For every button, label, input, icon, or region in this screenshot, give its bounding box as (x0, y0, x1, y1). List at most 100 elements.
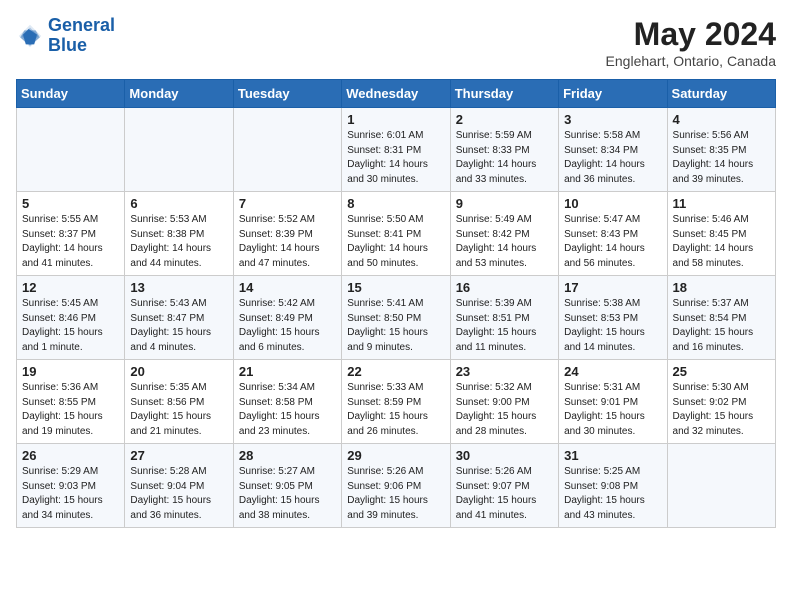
day-number: 29 (347, 448, 444, 463)
day-number: 15 (347, 280, 444, 295)
day-number: 21 (239, 364, 336, 379)
day-info: Sunrise: 5:41 AM Sunset: 8:50 PM Dayligh… (347, 297, 444, 355)
day-info: Sunrise: 5:37 AM Sunset: 8:54 PM Dayligh… (673, 297, 770, 355)
day-number: 10 (564, 196, 661, 211)
calendar-day-cell (125, 108, 233, 192)
day-number: 20 (130, 364, 227, 379)
day-info: Sunrise: 5:58 AM Sunset: 8:34 PM Dayligh… (564, 129, 661, 187)
calendar-day-cell: 11Sunrise: 5:46 AM Sunset: 8:45 PM Dayli… (667, 192, 775, 276)
calendar-day-cell: 15 Sunrise: 5:41 AM Sunset: 8:50 PM Dayli… (342, 276, 450, 360)
calendar-week-row: 26 Sunrise: 5:29 AM Sunset: 9:03 PM Dayli… (17, 444, 776, 528)
calendar-day-cell: 13 Sunrise: 5:43 AM Sunset: 8:47 PM Dayli… (125, 276, 233, 360)
day-number: 26 (22, 448, 119, 463)
day-info: Sunrise: 5:55 AM Sunset: 8:37 PM Dayligh… (22, 213, 119, 271)
day-of-week-header: Tuesday (233, 80, 341, 108)
day-info: Sunrise: 5:30 AM Sunset: 9:02 PM Dayligh… (673, 381, 770, 439)
day-number: 28 (239, 448, 336, 463)
calendar-day-cell: 27Sunrise: 5:28 AM Sunset: 9:04 PM Dayli… (125, 444, 233, 528)
day-number: 25 (673, 364, 770, 379)
calendar-week-row: 5 Sunrise: 5:55 AM Sunset: 8:37 PM Daylig… (17, 192, 776, 276)
calendar-day-cell (233, 108, 341, 192)
day-info: Sunrise: 6:01 AM Sunset: 8:31 PM Dayligh… (347, 129, 444, 187)
calendar-day-cell: 18 Sunrise: 5:37 AM Sunset: 8:54 PM Dayli… (667, 276, 775, 360)
day-info: Sunrise: 5:31 AM Sunset: 9:01 PM Dayligh… (564, 381, 661, 439)
calendar-day-cell: 29 Sunrise: 5:26 AM Sunset: 9:06 PM Dayli… (342, 444, 450, 528)
day-info: Sunrise: 5:43 AM Sunset: 8:47 PM Dayligh… (130, 297, 227, 355)
day-info: Sunrise: 5:39 AM Sunset: 8:51 PM Dayligh… (456, 297, 553, 355)
day-number: 30 (456, 448, 553, 463)
month-year-title: May 2024 (606, 16, 776, 53)
location-label: Englehart, Ontario, Canada (606, 53, 776, 69)
day-info: Sunrise: 5:56 AM Sunset: 8:35 PM Dayligh… (673, 129, 770, 187)
day-of-week-header: Wednesday (342, 80, 450, 108)
day-info: Sunrise: 5:35 AM Sunset: 8:56 PM Dayligh… (130, 381, 227, 439)
calendar-day-cell: 22 Sunrise: 5:33 AM Sunset: 8:59 PM Dayli… (342, 360, 450, 444)
day-info: Sunrise: 5:50 AM Sunset: 8:41 PM Dayligh… (347, 213, 444, 271)
calendar-day-cell: 16 Sunrise: 5:39 AM Sunset: 8:51 PM Dayli… (450, 276, 558, 360)
day-number: 19 (22, 364, 119, 379)
day-number: 9 (456, 196, 553, 211)
day-number: 13 (130, 280, 227, 295)
day-info: Sunrise: 5:46 AM Sunset: 8:45 PM Dayligh… (673, 213, 770, 271)
calendar-day-cell: 5 Sunrise: 5:55 AM Sunset: 8:37 PM Daylig… (17, 192, 125, 276)
days-of-week-row: SundayMondayTuesdayWednesdayThursdayFrid… (17, 80, 776, 108)
day-info: Sunrise: 5:52 AM Sunset: 8:39 PM Dayligh… (239, 213, 336, 271)
logo-line2: Blue (48, 35, 87, 55)
calendar-week-row: 12 Sunrise: 5:45 AM Sunset: 8:46 PM Dayli… (17, 276, 776, 360)
page-header: General Blue May 2024 Englehart, Ontario… (16, 16, 776, 69)
calendar-day-cell: 9 Sunrise: 5:49 AM Sunset: 8:42 PM Daylig… (450, 192, 558, 276)
calendar-day-cell: 4 Sunrise: 5:56 AM Sunset: 8:35 PM Daylig… (667, 108, 775, 192)
day-number: 5 (22, 196, 119, 211)
day-info: Sunrise: 5:26 AM Sunset: 9:06 PM Dayligh… (347, 465, 444, 523)
calendar-day-cell: 19Sunrise: 5:36 AM Sunset: 8:55 PM Dayli… (17, 360, 125, 444)
calendar-day-cell: 28 Sunrise: 5:27 AM Sunset: 9:05 PM Dayli… (233, 444, 341, 528)
logo: General Blue (16, 16, 115, 56)
day-number: 2 (456, 112, 553, 127)
day-number: 22 (347, 364, 444, 379)
day-number: 16 (456, 280, 553, 295)
title-block: May 2024 Englehart, Ontario, Canada (606, 16, 776, 69)
day-number: 3 (564, 112, 661, 127)
calendar-day-cell: 21 Sunrise: 5:34 AM Sunset: 8:58 PM Dayli… (233, 360, 341, 444)
day-info: Sunrise: 5:38 AM Sunset: 8:53 PM Dayligh… (564, 297, 661, 355)
day-of-week-header: Friday (559, 80, 667, 108)
calendar-day-cell: 7Sunrise: 5:52 AM Sunset: 8:39 PM Daylig… (233, 192, 341, 276)
calendar-table: SundayMondayTuesdayWednesdayThursdayFrid… (16, 79, 776, 528)
day-info: Sunrise: 5:49 AM Sunset: 8:42 PM Dayligh… (456, 213, 553, 271)
day-number: 18 (673, 280, 770, 295)
day-info: Sunrise: 5:25 AM Sunset: 9:08 PM Dayligh… (564, 465, 661, 523)
day-number: 8 (347, 196, 444, 211)
day-info: Sunrise: 5:45 AM Sunset: 8:46 PM Dayligh… (22, 297, 119, 355)
calendar-week-row: 19Sunrise: 5:36 AM Sunset: 8:55 PM Dayli… (17, 360, 776, 444)
day-number: 14 (239, 280, 336, 295)
day-info: Sunrise: 5:32 AM Sunset: 9:00 PM Dayligh… (456, 381, 553, 439)
day-number: 27 (130, 448, 227, 463)
calendar-day-cell: 2Sunrise: 5:59 AM Sunset: 8:33 PM Daylig… (450, 108, 558, 192)
calendar-day-cell: 14 Sunrise: 5:42 AM Sunset: 8:49 PM Dayli… (233, 276, 341, 360)
day-number: 6 (130, 196, 227, 211)
day-of-week-header: Saturday (667, 80, 775, 108)
day-number: 12 (22, 280, 119, 295)
calendar-day-cell: 1Sunrise: 6:01 AM Sunset: 8:31 PM Daylig… (342, 108, 450, 192)
calendar-day-cell: 17Sunrise: 5:38 AM Sunset: 8:53 PM Dayli… (559, 276, 667, 360)
calendar-day-cell: 20 Sunrise: 5:35 AM Sunset: 8:56 PM Dayli… (125, 360, 233, 444)
day-info: Sunrise: 5:33 AM Sunset: 8:59 PM Dayligh… (347, 381, 444, 439)
calendar-day-cell: 24Sunrise: 5:31 AM Sunset: 9:01 PM Dayli… (559, 360, 667, 444)
calendar-day-cell: 30Sunrise: 5:26 AM Sunset: 9:07 PM Dayli… (450, 444, 558, 528)
day-of-week-header: Thursday (450, 80, 558, 108)
day-of-week-header: Sunday (17, 80, 125, 108)
day-info: Sunrise: 5:34 AM Sunset: 8:58 PM Dayligh… (239, 381, 336, 439)
calendar-day-cell: 23 Sunrise: 5:32 AM Sunset: 9:00 PM Dayli… (450, 360, 558, 444)
calendar-day-cell: 8 Sunrise: 5:50 AM Sunset: 8:41 PM Daylig… (342, 192, 450, 276)
logo-text: General Blue (48, 16, 115, 56)
calendar-day-cell: 6Sunrise: 5:53 AM Sunset: 8:38 PM Daylig… (125, 192, 233, 276)
day-info: Sunrise: 5:29 AM Sunset: 9:03 PM Dayligh… (22, 465, 119, 523)
day-info: Sunrise: 5:27 AM Sunset: 9:05 PM Dayligh… (239, 465, 336, 523)
logo-line1: General (48, 15, 115, 35)
day-number: 4 (673, 112, 770, 127)
day-number: 23 (456, 364, 553, 379)
day-info: Sunrise: 5:47 AM Sunset: 8:43 PM Dayligh… (564, 213, 661, 271)
calendar-day-cell: 26 Sunrise: 5:29 AM Sunset: 9:03 PM Dayli… (17, 444, 125, 528)
day-info: Sunrise: 5:42 AM Sunset: 8:49 PM Dayligh… (239, 297, 336, 355)
logo-icon (16, 22, 44, 50)
